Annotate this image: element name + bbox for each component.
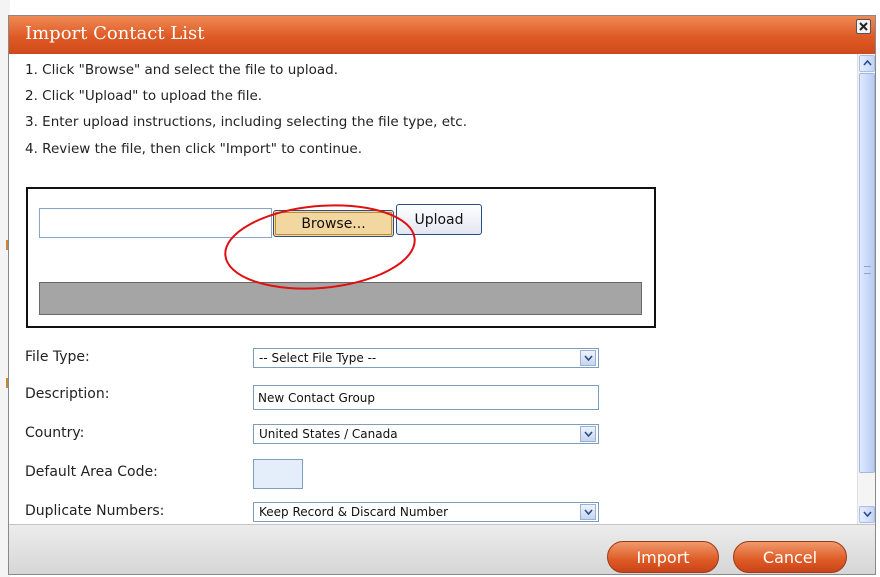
instruction-step-1: 1. Click "Browse" and select the file to… — [25, 62, 338, 78]
dropdown-button[interactable] — [580, 350, 596, 366]
scroll-up-button[interactable] — [859, 55, 875, 72]
country-label: Country: — [25, 425, 85, 441]
country-select[interactable]: United States / Canada — [253, 424, 599, 444]
dialog-title: Import Contact List — [25, 23, 205, 44]
scroll-thumb[interactable] — [859, 73, 875, 473]
description-input[interactable]: New Contact Group — [253, 385, 599, 410]
upload-progress-bar — [39, 282, 642, 315]
description-value: New Contact Group — [258, 391, 376, 405]
browse-button[interactable]: Browse... — [273, 210, 394, 237]
import-contact-dialog: Import Contact List 1. Click "Browse" an… — [8, 15, 876, 575]
dialog-content: 1. Click "Browse" and select the file to… — [9, 54, 857, 524]
upload-button[interactable]: Upload — [396, 204, 482, 235]
vertical-scrollbar[interactable] — [857, 54, 875, 524]
scroll-up-icon — [863, 60, 872, 66]
area-code-label: Default Area Code: — [25, 464, 158, 480]
close-button[interactable] — [856, 19, 871, 34]
instruction-step-3: 3. Enter upload instructions, including … — [25, 114, 468, 130]
instruction-step-2: 2. Click "Upload" to upload the file. — [25, 88, 263, 104]
duplicate-numbers-select[interactable]: Keep Record & Discard Number — [253, 502, 599, 522]
file-type-select[interactable]: -- Select File Type -- — [253, 348, 599, 368]
file-type-value: -- Select File Type -- — [259, 351, 377, 365]
cancel-button[interactable]: Cancel — [733, 541, 847, 573]
file-type-label: File Type: — [25, 349, 90, 365]
dialog-titlebar: Import Contact List — [9, 16, 875, 54]
close-icon — [859, 22, 868, 31]
instruction-step-4: 4. Review the file, then click "Import" … — [25, 141, 363, 157]
chevron-down-icon — [584, 355, 593, 361]
scroll-grip-icon — [864, 266, 871, 274]
duplicate-numbers-label: Duplicate Numbers: — [25, 503, 165, 519]
scroll-down-button[interactable] — [859, 506, 875, 523]
dropdown-button[interactable] — [580, 504, 596, 520]
scroll-down-icon — [863, 511, 872, 517]
country-value: United States / Canada — [259, 427, 398, 441]
dropdown-button[interactable] — [580, 426, 596, 442]
area-code-input[interactable] — [253, 459, 303, 489]
duplicate-numbers-value: Keep Record & Discard Number — [259, 505, 449, 519]
import-button[interactable]: Import — [607, 541, 719, 573]
chevron-down-icon — [584, 431, 593, 437]
chevron-down-icon — [584, 509, 593, 515]
file-path-input[interactable] — [39, 208, 272, 238]
description-label: Description: — [25, 386, 110, 402]
upload-panel: Browse... Upload — [26, 187, 656, 328]
dialog-footer: Import Cancel — [9, 524, 875, 574]
